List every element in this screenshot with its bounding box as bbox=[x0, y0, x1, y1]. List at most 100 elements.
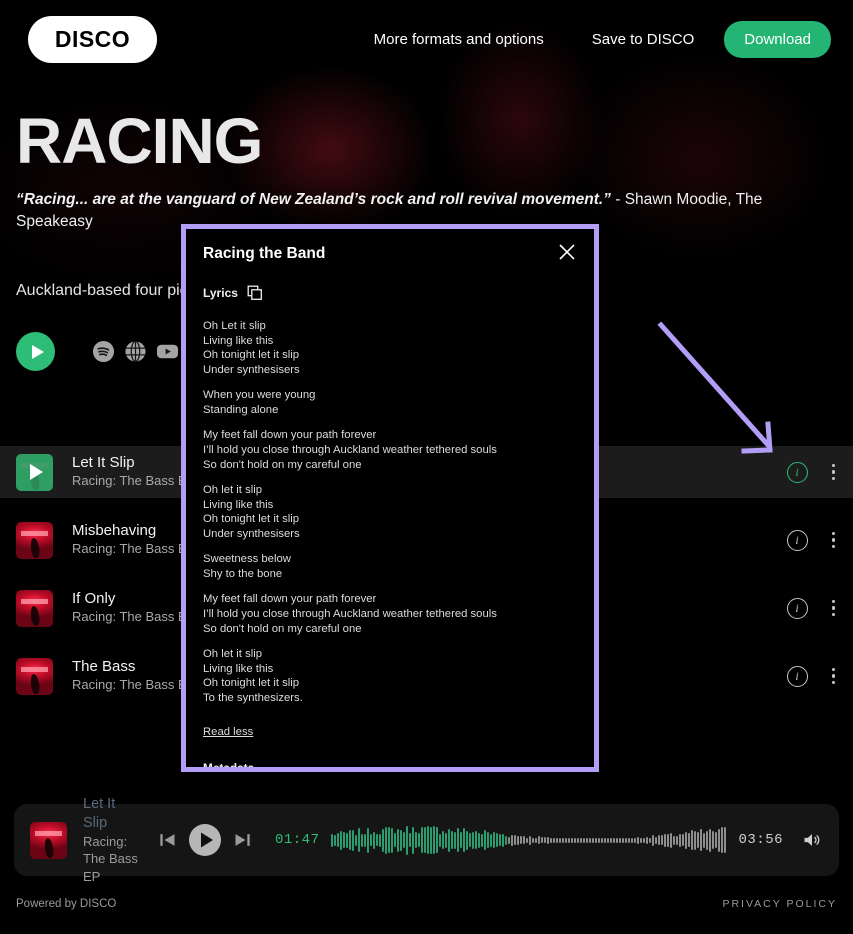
album-art-figure bbox=[43, 837, 54, 859]
row-actions: i bbox=[786, 597, 838, 619]
row-actions: i bbox=[786, 665, 838, 687]
waveform-bar bbox=[400, 829, 403, 851]
close-icon[interactable] bbox=[557, 242, 577, 262]
waveform-bar bbox=[424, 827, 427, 853]
waveform-bar bbox=[655, 836, 658, 844]
more-options-icon[interactable] bbox=[830, 598, 838, 619]
waveform-bar bbox=[646, 836, 649, 844]
lyrics-line: Shy to the bone bbox=[203, 567, 283, 580]
waveform-bar bbox=[520, 836, 523, 844]
more-options-icon[interactable] bbox=[830, 530, 838, 551]
more-options-icon[interactable] bbox=[830, 666, 838, 687]
more-options-icon[interactable] bbox=[830, 462, 838, 483]
waveform-bar bbox=[403, 832, 406, 848]
waveform-bar bbox=[667, 833, 670, 847]
waveform-bar bbox=[607, 837, 610, 843]
more-formats-link[interactable]: More formats and options bbox=[350, 31, 568, 48]
waveform-bar bbox=[703, 832, 706, 848]
waveform-bar bbox=[340, 830, 343, 850]
waveform-bar bbox=[709, 828, 712, 852]
lyrics-line: So don't hold on my careful one bbox=[203, 622, 362, 635]
top-header: DISCO More formats and options Save to D… bbox=[0, 0, 853, 79]
waveform-bar bbox=[448, 828, 451, 852]
waveform-bar bbox=[430, 826, 433, 854]
info-icon[interactable]: i bbox=[786, 529, 808, 551]
waveform-bar bbox=[391, 827, 394, 853]
waveform-bar bbox=[412, 826, 415, 854]
info-icon[interactable]: i bbox=[786, 597, 808, 619]
waveform-bar bbox=[349, 830, 352, 850]
youtube-icon[interactable] bbox=[156, 340, 179, 363]
waveform-bar bbox=[583, 837, 586, 843]
waveform-bar bbox=[454, 831, 457, 849]
waveform-bar bbox=[457, 828, 460, 852]
waveform-bar bbox=[559, 837, 562, 843]
lyrics-stanza: Oh let it slip Living like this Oh tonig… bbox=[203, 483, 577, 541]
waveform-bar bbox=[421, 827, 424, 853]
next-track-icon[interactable] bbox=[233, 830, 253, 850]
info-icon[interactable]: i bbox=[786, 665, 808, 687]
waveform-bar bbox=[466, 830, 469, 850]
lyrics-line: So don't hold on my careful one bbox=[203, 458, 362, 471]
lyrics-line: Living like this bbox=[203, 498, 274, 511]
player-transport bbox=[157, 823, 253, 857]
waveform-bar bbox=[595, 837, 598, 843]
waveform-bar bbox=[373, 831, 376, 849]
waveform-bar bbox=[352, 829, 355, 851]
modal-body: Lyrics Oh Let it slip Living like this O… bbox=[186, 265, 594, 767]
hero-play-button[interactable] bbox=[16, 332, 55, 371]
page-title: RACING bbox=[16, 105, 263, 177]
waveform-bar bbox=[481, 833, 484, 847]
waveform-bar bbox=[619, 837, 622, 843]
copy-icon[interactable] bbox=[247, 285, 263, 301]
lyrics-line: My feet fall down your path forever bbox=[203, 429, 377, 442]
lyrics-line: Under synthesisers bbox=[203, 527, 300, 540]
privacy-policy-link[interactable]: PRIVACY POLICY bbox=[722, 898, 837, 910]
waveform-bar bbox=[724, 827, 727, 853]
info-icon[interactable]: i bbox=[786, 461, 808, 483]
waveform-bar bbox=[598, 837, 601, 843]
album-art-wordmark bbox=[21, 598, 48, 604]
waveform-bar bbox=[685, 831, 688, 849]
waveform-bar bbox=[679, 833, 682, 847]
waveform-bar bbox=[592, 837, 595, 843]
waveform-bar bbox=[568, 837, 571, 843]
spotify-icon[interactable] bbox=[92, 340, 115, 363]
waveform-bar bbox=[553, 837, 556, 843]
waveform-bar bbox=[367, 827, 370, 853]
waveform-scrubber[interactable] bbox=[331, 823, 727, 857]
previous-track-icon[interactable] bbox=[157, 830, 177, 850]
waveform-bar bbox=[649, 837, 652, 843]
volume-icon[interactable] bbox=[801, 830, 823, 850]
waveform-bar bbox=[517, 835, 520, 845]
waveform-bar bbox=[691, 830, 694, 850]
disco-logo[interactable]: DISCO bbox=[28, 16, 157, 63]
waveform-bar bbox=[415, 832, 418, 848]
lyrics-line: Oh tonight let it slip bbox=[203, 677, 300, 690]
waveform-bar bbox=[628, 837, 631, 843]
waveform-bar bbox=[511, 834, 514, 846]
waveform-bar bbox=[358, 828, 361, 852]
waveform-bar bbox=[580, 837, 583, 843]
download-button[interactable]: Download bbox=[724, 21, 831, 58]
save-to-disco-link[interactable]: Save to DISCO bbox=[568, 31, 719, 48]
waveform-bar bbox=[700, 829, 703, 851]
album-art bbox=[16, 521, 53, 559]
website-icon[interactable] bbox=[124, 340, 147, 363]
lyrics-stanza: Oh let it slip Living like this Oh tonig… bbox=[203, 647, 577, 705]
play-pause-button[interactable] bbox=[188, 823, 222, 857]
row-actions: i bbox=[786, 529, 838, 551]
waveform-bar bbox=[661, 835, 664, 845]
modal-title: Racing the Band bbox=[203, 245, 326, 262]
waveform-bar bbox=[529, 835, 532, 845]
album-art bbox=[16, 657, 53, 695]
lyrics-stanza: When you were young Standing alone bbox=[203, 388, 577, 417]
waveform-bar bbox=[355, 834, 358, 846]
waveform-bar bbox=[439, 833, 442, 847]
track-title: Misbehaving bbox=[72, 521, 157, 539]
waveform-bar bbox=[484, 830, 487, 850]
read-less-link[interactable]: Read less bbox=[203, 726, 253, 738]
waveform-bar bbox=[688, 833, 691, 847]
row-actions: i bbox=[786, 461, 838, 483]
play-icon bbox=[31, 344, 44, 359]
